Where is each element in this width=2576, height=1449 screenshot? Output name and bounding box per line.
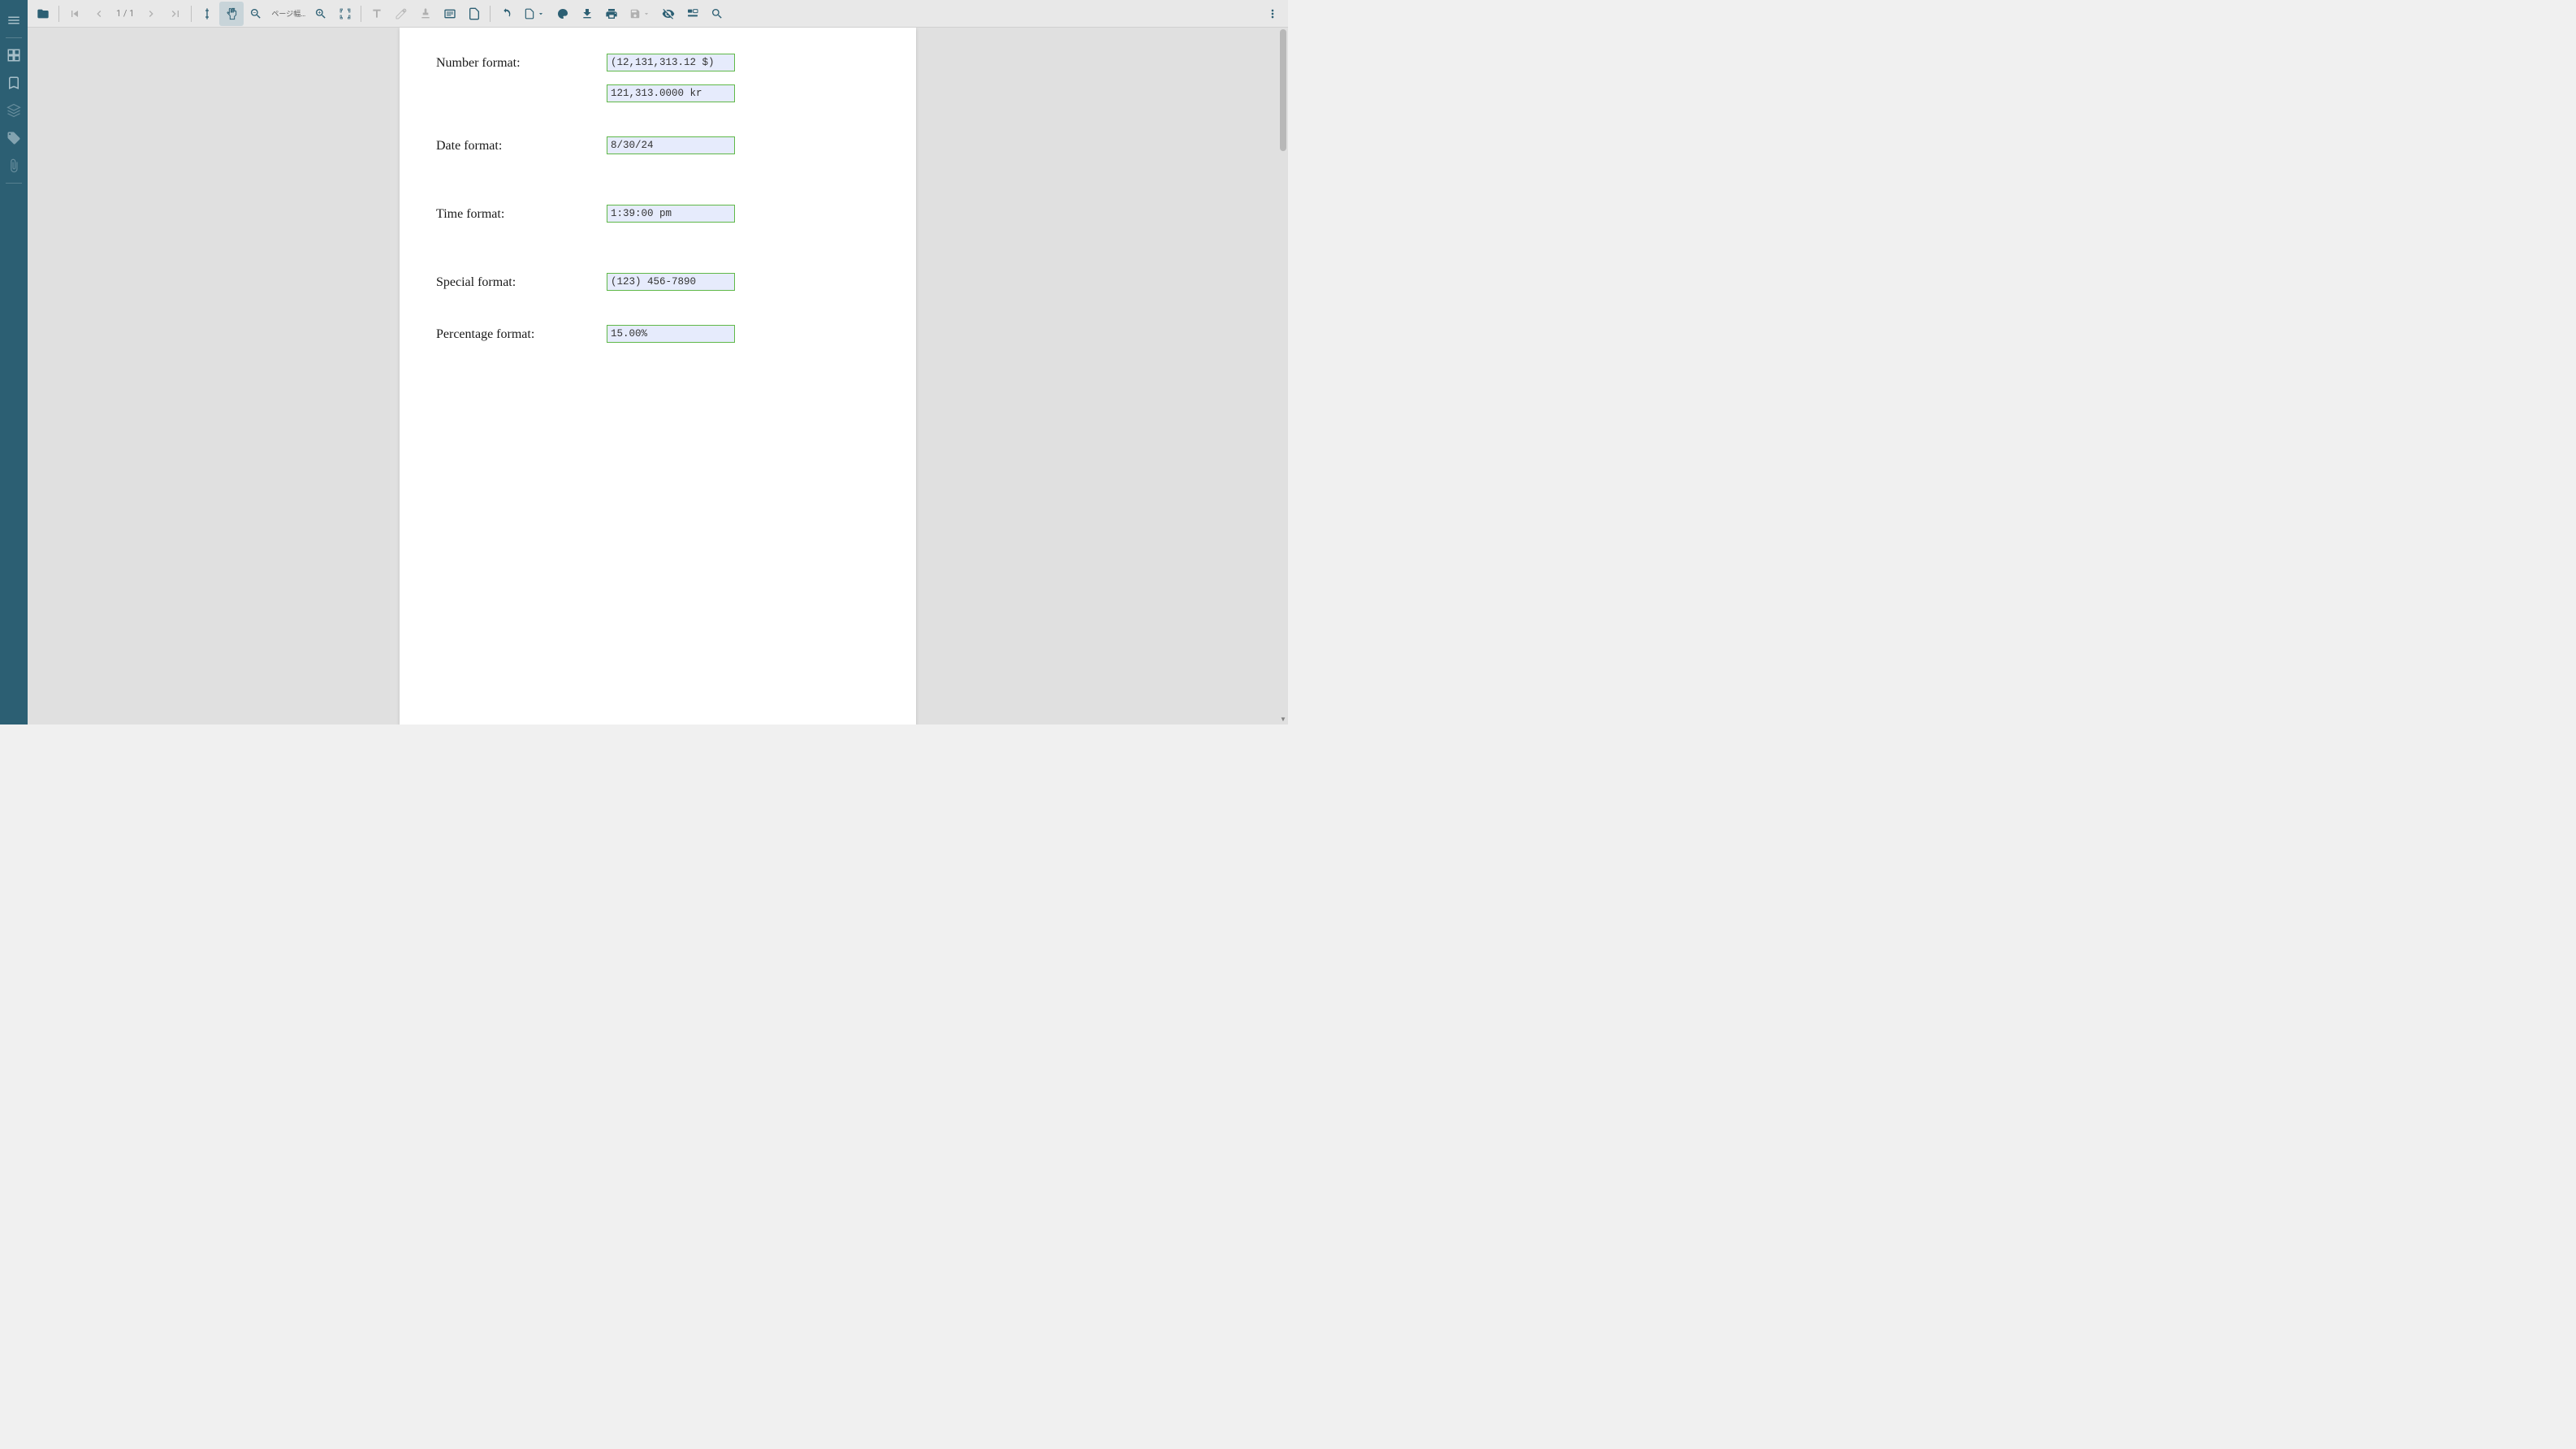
- draw-button[interactable]: [389, 2, 413, 26]
- zoom-in-button[interactable]: [309, 2, 333, 26]
- separator: [490, 6, 491, 22]
- form-row-percentage: Percentage format: 15.00%: [436, 325, 880, 356]
- form-button[interactable]: [438, 2, 462, 26]
- pdf-page: Number format: (12,131,313.12 $) 121,313…: [400, 28, 916, 724]
- bookmark-icon[interactable]: [0, 69, 28, 97]
- tag-icon[interactable]: [0, 124, 28, 152]
- toolbar: 1 / 1 ページ幅に合...: [28, 0, 1288, 28]
- form-row-number: Number format: (12,131,313.12 $) 121,313…: [436, 54, 880, 115]
- separator: [58, 6, 59, 22]
- blank-page-button[interactable]: [462, 2, 486, 26]
- scrollbar-vertical[interactable]: [1278, 29, 1286, 713]
- menu-icon[interactable]: [0, 6, 28, 34]
- last-page-button[interactable]: [163, 2, 188, 26]
- form-row-time: Time format: 1:39:00 pm: [436, 205, 880, 236]
- scroll-down-icon[interactable]: ▼: [1279, 715, 1287, 723]
- visibility-off-button[interactable]: [656, 2, 681, 26]
- form-label: Percentage format:: [436, 325, 607, 342]
- more-button[interactable]: [1260, 2, 1285, 26]
- prev-page-button[interactable]: [87, 2, 111, 26]
- stamp-button[interactable]: [413, 2, 438, 26]
- zoom-mode-label[interactable]: ページ幅に合...: [268, 8, 309, 19]
- open-file-button[interactable]: [31, 2, 55, 26]
- text-select-button[interactable]: [195, 2, 219, 26]
- layers-icon[interactable]: [0, 97, 28, 124]
- form-fields: 1:39:00 pm: [607, 205, 880, 236]
- palette-button[interactable]: [551, 2, 575, 26]
- form-label: Time format:: [436, 205, 607, 222]
- search-button[interactable]: [705, 2, 729, 26]
- date-format-field[interactable]: 8/30/24: [607, 136, 735, 154]
- time-format-field[interactable]: 1:39:00 pm: [607, 205, 735, 223]
- form-row-special: Special format: (123) 456-7890: [436, 273, 880, 304]
- divider: [6, 37, 22, 38]
- form-fields: (123) 456-7890: [607, 273, 880, 304]
- form-fields: (12,131,313.12 $) 121,313.0000 kr: [607, 54, 880, 115]
- form-label: Special format:: [436, 273, 607, 290]
- form-label: Date format:: [436, 136, 607, 154]
- special-format-field[interactable]: (123) 456-7890: [607, 273, 735, 291]
- save-button[interactable]: [624, 2, 656, 26]
- number-format-field-1[interactable]: (12,131,313.12 $): [607, 54, 735, 71]
- sidebar: [0, 0, 28, 724]
- panel-icon[interactable]: [0, 41, 28, 69]
- page-menu-button[interactable]: [518, 2, 551, 26]
- scrollbar-thumb[interactable]: [1280, 29, 1286, 151]
- percentage-format-field[interactable]: 15.00%: [607, 325, 735, 343]
- next-page-button[interactable]: [139, 2, 163, 26]
- rotate-button[interactable]: [494, 2, 518, 26]
- fit-page-button[interactable]: [333, 2, 357, 26]
- number-format-field-2[interactable]: 121,313.0000 kr: [607, 84, 735, 102]
- form-fields: 15.00%: [607, 325, 880, 356]
- text-annotation-button[interactable]: [365, 2, 389, 26]
- page-indicator[interactable]: 1 / 1: [111, 8, 139, 19]
- attachment-icon[interactable]: [0, 152, 28, 180]
- main-area: 1 / 1 ページ幅に合...: [28, 0, 1288, 724]
- document-viewport[interactable]: Number format: (12,131,313.12 $) 121,313…: [28, 28, 1288, 724]
- form-fields: 8/30/24: [607, 136, 880, 167]
- form-label: Number format:: [436, 54, 607, 71]
- app-root: 1 / 1 ページ幅に合...: [0, 0, 1288, 724]
- zoom-out-button[interactable]: [244, 2, 268, 26]
- form-tools-button[interactable]: [681, 2, 705, 26]
- print-button[interactable]: [599, 2, 624, 26]
- download-button[interactable]: [575, 2, 599, 26]
- pan-tool-button[interactable]: [219, 2, 244, 26]
- form-row-date: Date format: 8/30/24: [436, 136, 880, 167]
- separator: [191, 6, 192, 22]
- divider: [6, 183, 22, 184]
- first-page-button[interactable]: [63, 2, 87, 26]
